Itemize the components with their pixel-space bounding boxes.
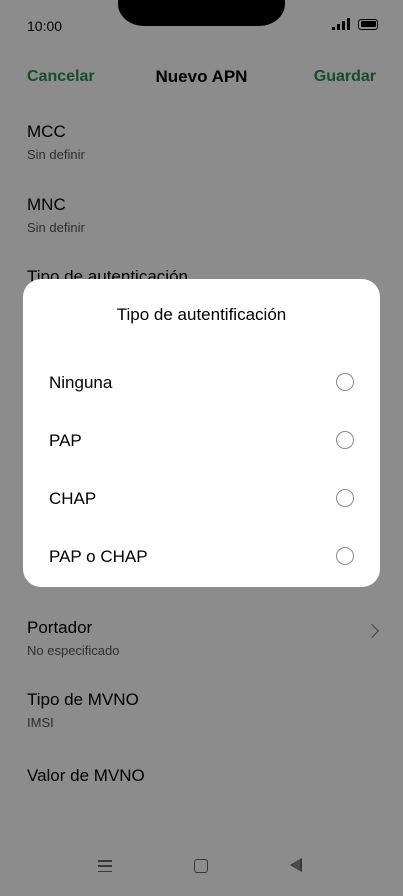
option-label: PAP xyxy=(49,431,82,450)
option-label: Ninguna xyxy=(49,373,113,392)
radio-button[interactable] xyxy=(336,431,354,449)
radio-button[interactable] xyxy=(336,547,354,565)
dialog-title: Tipo de autentificación xyxy=(116,305,287,324)
option-pap-o-chap[interactable]: PAP o CHAP xyxy=(23,532,380,582)
option-ninguna[interactable]: Ninguna xyxy=(23,358,380,408)
option-label: PAP o CHAP xyxy=(49,547,148,566)
option-chap[interactable]: CHAP xyxy=(23,474,380,524)
radio-button[interactable] xyxy=(336,489,354,507)
radio-button[interactable] xyxy=(336,373,354,391)
option-pap[interactable]: PAP xyxy=(23,416,380,466)
option-label: CHAP xyxy=(49,489,97,508)
auth-type-dialog: Tipo de autentificación Ninguna PAP CHAP… xyxy=(23,279,380,587)
